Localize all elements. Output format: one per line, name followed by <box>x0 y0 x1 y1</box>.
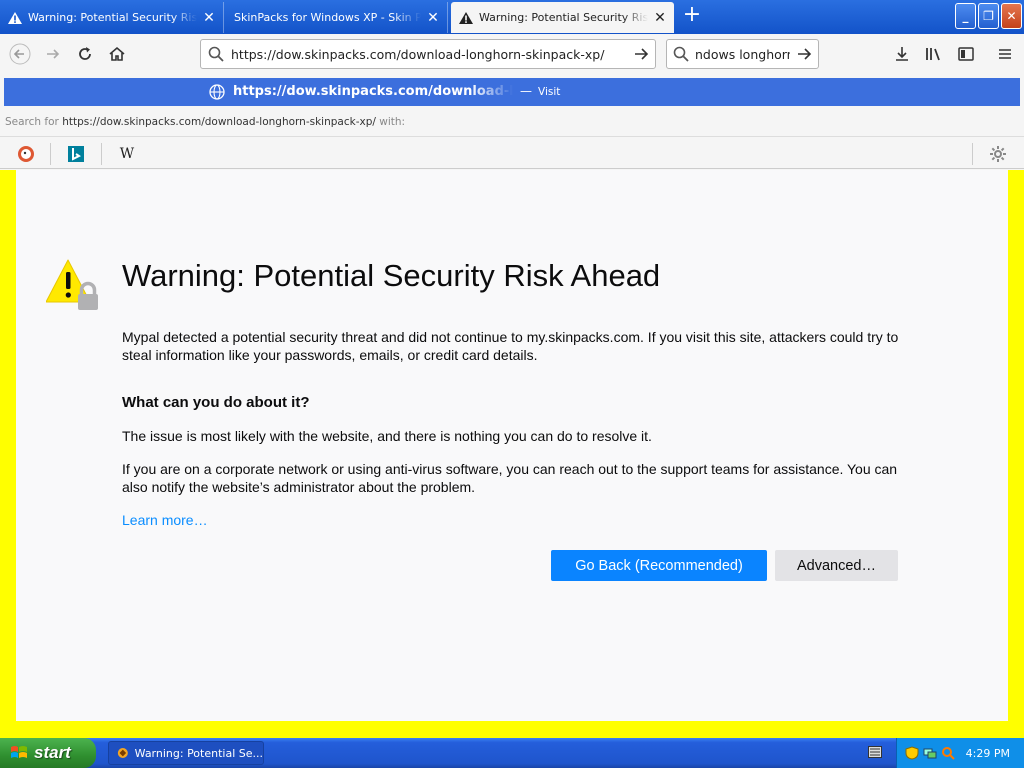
one-off-search-engines: W <box>0 136 1024 169</box>
page-title: Warning: Potential Security Risk Ahead <box>122 258 661 293</box>
search-for-query: https://dow.skinpacks.com/download-longh… <box>62 116 376 128</box>
warning-icon <box>8 11 22 24</box>
windows-logo-icon <box>11 746 27 758</box>
tab-warning-1[interactable]: Warning: Potential Security Risk Ahead ✕ <box>0 2 224 33</box>
start-label: start <box>34 743 71 762</box>
tab-close-icon[interactable]: ✕ <box>652 10 668 26</box>
url-autocomplete-panel: https://dow.skinpacks.com/download-longh… <box>0 74 1024 170</box>
tab-warning-2[interactable]: Warning: Potential Security Risk Ahead ✕ <box>451 2 674 33</box>
paragraph-2: If you are on a corporate network or usi… <box>122 461 898 495</box>
search-go-arrow-icon[interactable] <box>790 46 818 62</box>
tab-skinpacks[interactable]: SkinPacks for Windows XP - Skin Pack for… <box>226 2 448 33</box>
intro-text: Mypal detected a potential security thre… <box>122 329 899 363</box>
menu-icon[interactable] <box>991 40 1019 68</box>
paragraph-1: The issue is most likely with the websit… <box>122 428 652 444</box>
url-input[interactable]: https://dow.skinpacks.com/download-longh… <box>231 47 627 62</box>
new-tab-icon[interactable]: + <box>680 4 704 28</box>
window-controls: _ ❐ ✕ <box>955 3 1022 29</box>
tab-title: SkinPacks for Windows XP - Skin Pack for… <box>234 11 421 24</box>
search-for-suffix: with: <box>379 116 406 128</box>
network-icon[interactable] <box>923 746 937 760</box>
restore-icon[interactable]: ❐ <box>978 3 999 29</box>
taskbar-window-label: Warning: Potential Se... <box>134 746 263 760</box>
tab-strip: Warning: Potential Security Risk Ahead ✕… <box>0 0 1024 34</box>
taskbar: start Warning: Potential Se... 4:29 PM <box>0 738 1024 768</box>
autocomplete-separator: — <box>520 84 532 98</box>
forward-icon[interactable] <box>39 40 67 68</box>
bing-icon[interactable] <box>64 142 88 166</box>
back-icon[interactable] <box>6 40 34 68</box>
start-button[interactable]: start <box>0 738 96 768</box>
globe-icon <box>209 84 225 100</box>
security-warning-icon <box>46 259 98 310</box>
navigation-toolbar: https://dow.skinpacks.com/download-longh… <box>0 34 1024 74</box>
warning-icon <box>459 11 473 24</box>
search-for-line: Search for https://dow.skinpacks.com/dow… <box>5 116 405 128</box>
tab-title: Warning: Potential Security Risk Ahead <box>28 11 197 24</box>
error-page: Warning: Potential Security Risk Ahead M… <box>16 170 1008 721</box>
search-for-label: Search for <box>5 116 59 128</box>
wikipedia-icon[interactable]: W <box>115 142 139 166</box>
clock: 4:29 PM <box>965 746 1010 760</box>
autocomplete-url: https://dow.skinpacks.com/download-longh… <box>233 84 513 99</box>
learn-more-link[interactable]: Learn more… <box>122 511 208 529</box>
minimize-icon[interactable]: _ <box>955 3 976 29</box>
library-icon[interactable] <box>920 40 948 68</box>
close-window-icon[interactable]: ✕ <box>1001 3 1022 29</box>
advanced-button[interactable]: Advanced… <box>775 550 898 581</box>
keyboard-icon[interactable] <box>868 746 882 758</box>
security-shield-icon[interactable] <box>905 746 919 760</box>
home-icon[interactable] <box>103 40 131 68</box>
download-icon[interactable] <box>888 40 916 68</box>
search-tray-icon[interactable] <box>941 746 955 760</box>
go-back-button[interactable]: Go Back (Recommended) <box>551 550 767 581</box>
system-tray: 4:29 PM <box>896 738 1024 768</box>
tab-title: Warning: Potential Security Risk Ahead <box>479 11 648 24</box>
search-icon <box>667 46 695 62</box>
search-bar[interactable]: ndows longhorn <box>666 39 819 69</box>
search-icon <box>201 46 231 62</box>
autocomplete-action-label: Visit <box>538 86 561 98</box>
subheading: What can you do about it? <box>122 394 310 411</box>
search-input[interactable]: ndows longhorn <box>695 47 790 62</box>
autocomplete-result-selected[interactable]: https://dow.skinpacks.com/download-longh… <box>4 78 1020 106</box>
duckduckgo-icon[interactable] <box>14 142 38 166</box>
sidebar-icon[interactable] <box>952 40 980 68</box>
tab-close-icon[interactable]: ✕ <box>201 10 217 26</box>
go-arrow-icon[interactable] <box>627 46 655 62</box>
url-bar[interactable]: https://dow.skinpacks.com/download-longh… <box>200 39 656 69</box>
gear-icon[interactable] <box>986 142 1010 166</box>
reload-icon[interactable] <box>71 40 99 68</box>
mypal-icon <box>117 748 128 758</box>
taskbar-window-button[interactable]: Warning: Potential Se... <box>108 741 264 765</box>
tab-close-icon[interactable]: ✕ <box>425 10 441 26</box>
